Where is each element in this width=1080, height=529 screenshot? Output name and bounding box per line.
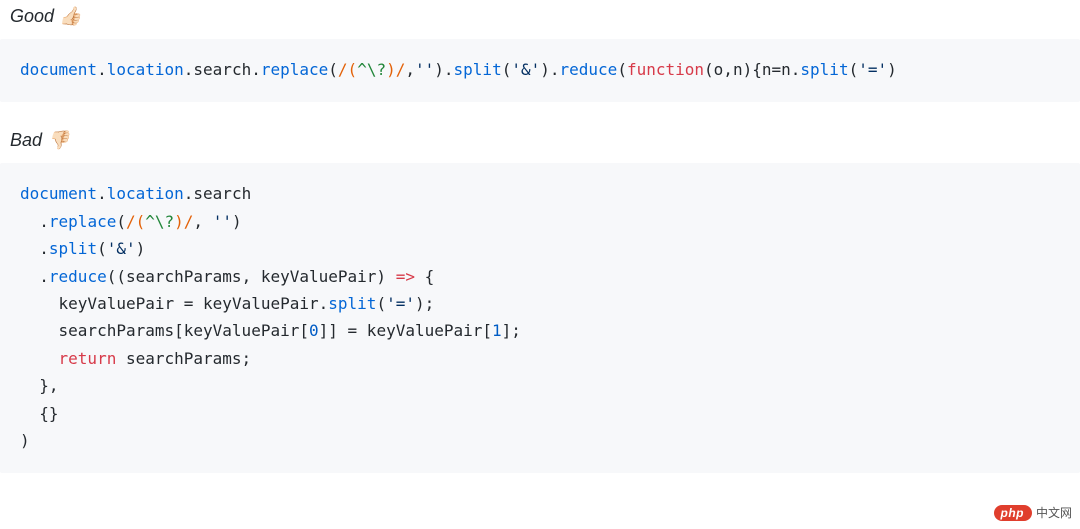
bad-label: Bad [10, 130, 42, 150]
watermark-text: 中文网 [1036, 504, 1072, 521]
article-body: Good 👍🏻 document.location.search.replace… [0, 6, 1080, 473]
thumbs-down-icon: 👎🏻 [47, 130, 69, 150]
good-code: document.location.search.replace(/(^\?)/… [20, 60, 897, 79]
good-heading: Good 👍🏻 [10, 6, 1080, 27]
php-badge-icon: php [994, 505, 1032, 521]
good-label: Good [10, 6, 54, 26]
thumbs-up-icon: 👍🏻 [59, 6, 81, 26]
bad-code: document.location.search .replace(/(^\?)… [20, 184, 521, 450]
watermark: php 中文网 [994, 504, 1072, 521]
bad-code-block: document.location.search .replace(/(^\?)… [0, 163, 1080, 473]
bad-heading: Bad 👎🏻 [10, 130, 1080, 151]
good-code-block: document.location.search.replace(/(^\?)/… [0, 39, 1080, 102]
